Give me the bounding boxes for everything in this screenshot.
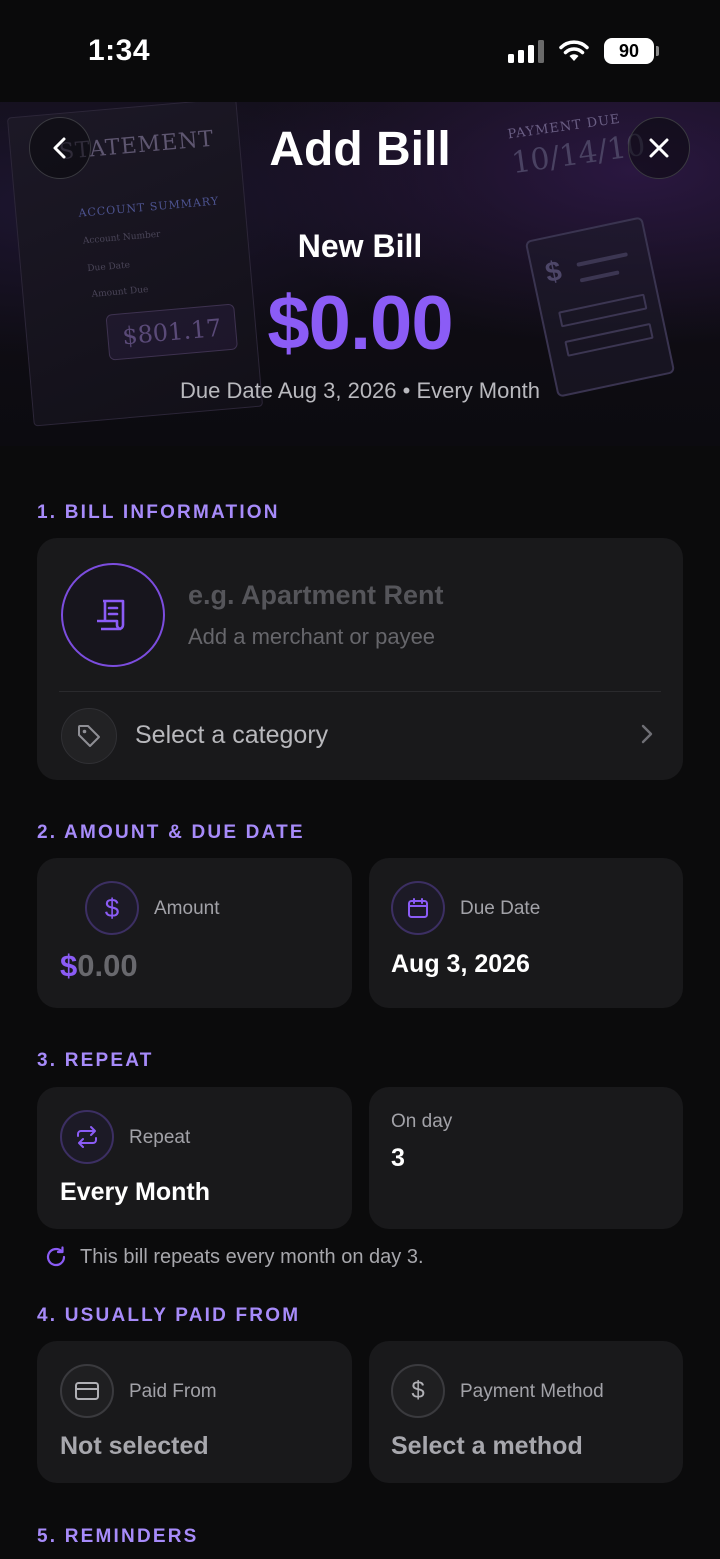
section-label-repeat: 3. REPEAT — [37, 1050, 154, 1071]
paid-from-value: Not selected — [60, 1432, 209, 1460]
due-date-label: Due Date — [460, 898, 541, 919]
account-summary-text: ACCOUNT SUMMARY — [77, 194, 220, 220]
page-title: Add Bill — [269, 123, 451, 176]
repeat-note: This bill repeats every month on day 3. — [44, 1245, 424, 1269]
bill-information-card: e.g. Apartment Rent Add a merchant or pa… — [37, 538, 683, 780]
amount-card[interactable]: $ Amount $0.00 — [37, 858, 352, 1008]
bill-icon-button[interactable] — [61, 563, 165, 667]
bill-name-preview: New Bill — [297, 228, 423, 264]
bill-amount-preview: $0.00 — [267, 281, 453, 366]
battery-indicator: 90 — [604, 38, 659, 64]
hero-banner: STATEMENT ACCOUNT SUMMARY Account Number… — [0, 102, 720, 446]
due-date-preview: Due Date Aug 3, 2026 • Every Month — [180, 378, 540, 403]
repeat-label: Repeat — [129, 1127, 191, 1148]
wifi-icon — [559, 40, 589, 61]
category-select[interactable]: Select a category — [135, 721, 328, 750]
due-date-value: Aug 3, 2026 — [391, 950, 530, 978]
section-label-amount-due-date: 2. AMOUNT & DUE DATE — [37, 822, 305, 843]
amount-label: Amount — [154, 898, 220, 919]
payment-method-value: Select a method — [391, 1432, 583, 1460]
refresh-icon — [46, 1246, 66, 1267]
section-label-bill-information: 1. BILL INFORMATION — [37, 502, 280, 523]
due-date-card[interactable]: Due Date Aug 3, 2026 — [369, 858, 683, 1008]
paid-from-card[interactable]: Paid From Not selected — [37, 1341, 352, 1483]
calendar-icon — [391, 881, 445, 935]
amount-input[interactable]: $0.00 — [60, 948, 138, 984]
chevron-right-icon — [641, 724, 653, 744]
paid-from-label: Paid From — [129, 1381, 217, 1402]
repeat-icon — [60, 1110, 114, 1164]
divider — [59, 691, 661, 692]
payee-input[interactable]: Add a merchant or payee — [188, 624, 435, 650]
payment-method-card[interactable]: $ Payment Method Select a method — [369, 1341, 683, 1483]
section-label-reminders: 5. REMINDERS — [37, 1526, 199, 1547]
on-day-value: 3 — [391, 1144, 405, 1172]
on-day-card[interactable]: On day 3 — [369, 1087, 683, 1229]
dollar-icon: $ — [391, 1364, 445, 1418]
receipt-icon — [97, 599, 125, 631]
status-icons: 90 — [508, 38, 659, 64]
dollar-icon: $ — [85, 881, 139, 935]
tag-icon — [61, 708, 117, 764]
on-day-label: On day — [391, 1111, 453, 1132]
payment-method-label: Payment Method — [460, 1381, 604, 1402]
section-label-usually-paid-from: 4. USUALLY PAID FROM — [37, 1305, 301, 1326]
bill-name-input[interactable]: e.g. Apartment Rent — [188, 580, 444, 611]
status-time: 1:34 — [88, 34, 151, 67]
card-icon — [60, 1364, 114, 1418]
repeat-value: Every Month — [60, 1178, 211, 1206]
repeat-card[interactable]: Repeat Every Month — [37, 1087, 352, 1229]
currency-symbol: $ — [60, 948, 78, 983]
amount-value: 0.00 — [77, 948, 138, 983]
status-bar: 1:34 90 — [0, 0, 720, 102]
cellular-signal-icon — [508, 39, 544, 63]
repeat-note-text: This bill repeats every month on day 3. — [80, 1245, 424, 1268]
